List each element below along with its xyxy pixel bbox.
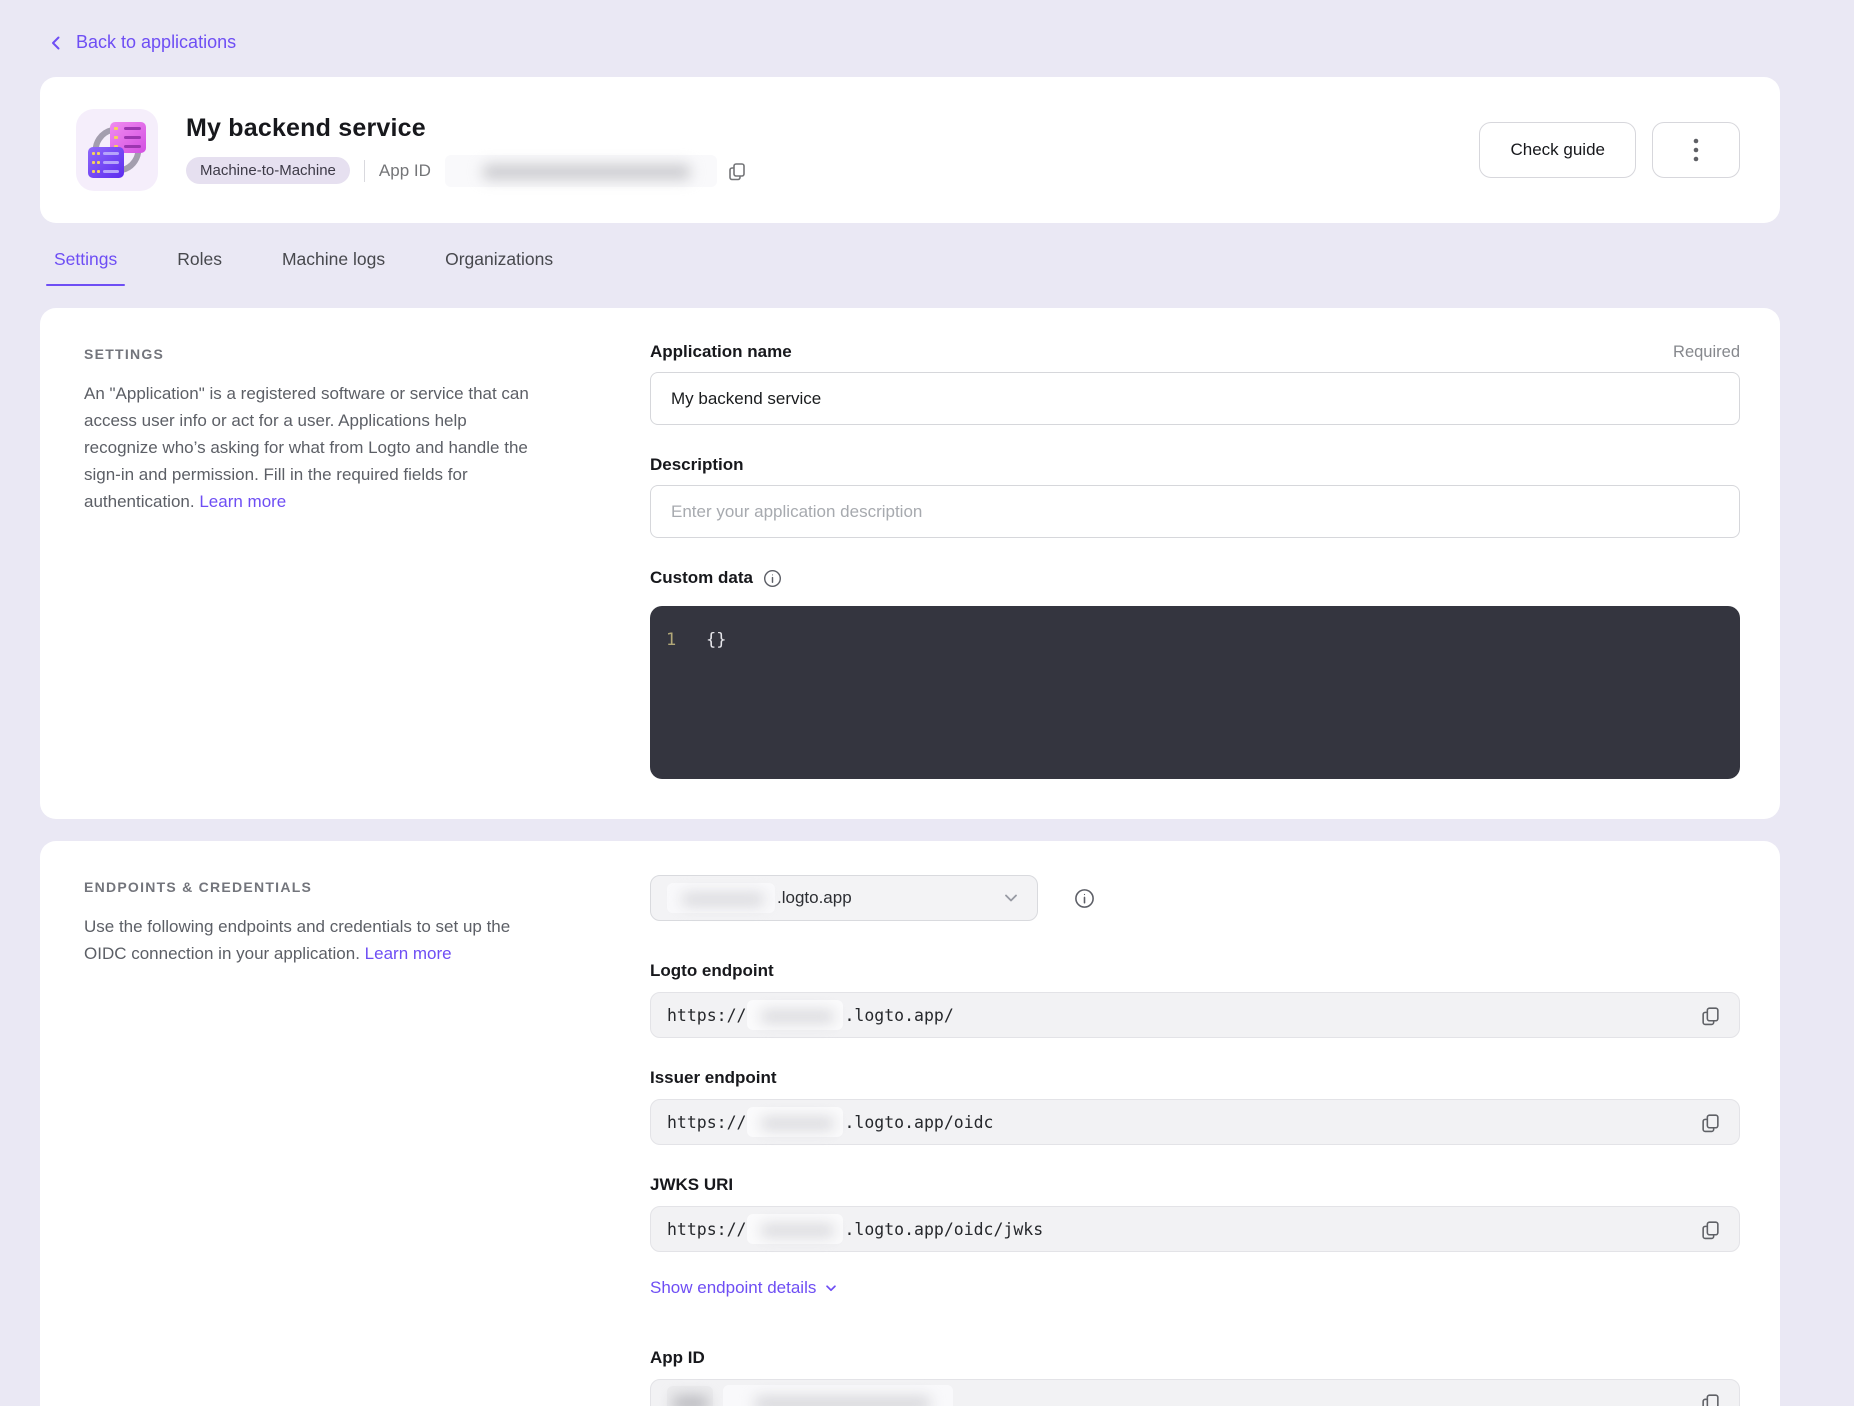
machine-to-machine-app-icon [76, 109, 158, 191]
endpoints-learn-more-link[interactable]: Learn more [365, 944, 452, 963]
application-name-input[interactable] [650, 372, 1740, 425]
editor-line-number: 1 [650, 630, 690, 650]
tenant-subdomain-redacted [667, 883, 775, 913]
app-header-card: My backend service Machine-to-Machine Ap… [40, 77, 1780, 223]
endpoints-heading: ENDPOINTS & CREDENTIALS [84, 879, 540, 895]
info-icon[interactable] [763, 569, 782, 588]
editor-code-content: {} [690, 630, 726, 650]
endpoints-card: ENDPOINTS & CREDENTIALS Use the followin… [40, 841, 1780, 1406]
description-group: Description [650, 455, 1740, 538]
application-details-page: Back to applications [0, 0, 1854, 1406]
settings-card-side: SETTINGS An "Application" is a registere… [84, 340, 540, 515]
endpoints-form: .logto.app Logto endpoint https:// .logt… [650, 873, 1740, 1406]
app-id-field-label: App ID [650, 1348, 1740, 1368]
copy-icon[interactable] [725, 159, 749, 183]
custom-data-code-editor[interactable]: 1 {} [650, 606, 1740, 779]
chevron-down-icon [824, 1281, 838, 1295]
logto-endpoint-group: Logto endpoint https:// .logto.app/ [650, 961, 1740, 1038]
app-detail-tabs: Settings Roles Machine logs Organization… [48, 249, 1780, 286]
chevron-down-icon [1001, 888, 1021, 908]
copy-icon[interactable] [1698, 1110, 1723, 1135]
endpoint-redacted-segment [747, 1107, 843, 1137]
settings-card: SETTINGS An "Application" is a registere… [40, 308, 1780, 819]
app-id-redacted-segment [667, 1386, 713, 1406]
tenant-domain-row: .logto.app [650, 875, 1740, 921]
tab-settings[interactable]: Settings [48, 249, 123, 286]
more-actions-button[interactable] [1652, 122, 1740, 178]
custom-data-label: Custom data [650, 568, 753, 588]
logto-endpoint-label: Logto endpoint [650, 961, 1740, 981]
app-type-badge: Machine-to-Machine [186, 157, 350, 184]
custom-data-group: Custom data 1 {} [650, 568, 1740, 779]
check-guide-button[interactable]: Check guide [1479, 122, 1636, 178]
copy-icon[interactable] [1698, 1217, 1723, 1242]
tenant-domain-select[interactable]: .logto.app [650, 875, 1038, 921]
application-name-label: Application name [650, 342, 792, 362]
app-id-redacted-value [445, 155, 717, 187]
app-meta-row: Machine-to-Machine App ID [186, 155, 749, 187]
endpoint-redacted-segment [747, 1000, 843, 1030]
issuer-endpoint-field: https:// .logto.app/oidc [650, 1099, 1740, 1145]
app-title: My backend service [186, 114, 749, 143]
app-id-label: App ID [379, 161, 431, 181]
description-input[interactable] [650, 485, 1740, 538]
jwks-uri-label: JWKS URI [650, 1175, 1740, 1195]
description-label: Description [650, 455, 744, 475]
back-chevron-icon [48, 35, 64, 51]
app-header-text: My backend service Machine-to-Machine Ap… [186, 114, 749, 187]
endpoint-redacted-segment [747, 1214, 843, 1244]
issuer-endpoint-group: Issuer endpoint https:// .logto.app/oidc [650, 1068, 1740, 1145]
tab-machine-logs[interactable]: Machine logs [276, 249, 391, 286]
header-actions: Check guide [1479, 122, 1740, 178]
info-icon[interactable] [1074, 888, 1095, 909]
tab-roles[interactable]: Roles [171, 249, 228, 286]
jwks-uri-field: https:// .logto.app/oidc/jwks [650, 1206, 1740, 1252]
app-id-redacted-segment [723, 1385, 953, 1406]
tenant-domain-suffix: .logto.app [777, 888, 852, 908]
settings-description: An "Application" is a registered softwar… [84, 380, 536, 515]
meta-divider [364, 160, 365, 182]
copy-icon[interactable] [1698, 1390, 1723, 1406]
logto-endpoint-field: https:// .logto.app/ [650, 992, 1740, 1038]
issuer-endpoint-label: Issuer endpoint [650, 1068, 1740, 1088]
back-to-applications-link[interactable]: Back to applications [48, 0, 236, 77]
jwks-uri-group: JWKS URI https:// .logto.app/oidc/jwks [650, 1175, 1740, 1252]
copy-icon[interactable] [1698, 1003, 1723, 1028]
endpoints-card-side: ENDPOINTS & CREDENTIALS Use the followin… [84, 873, 540, 967]
back-link-label: Back to applications [76, 32, 236, 53]
kebab-menu-icon [1693, 137, 1699, 163]
application-name-group: Application name Required [650, 342, 1740, 425]
endpoints-description: Use the following endpoints and credenti… [84, 913, 536, 967]
show-endpoint-details-link[interactable]: Show endpoint details [650, 1278, 838, 1298]
settings-heading: SETTINGS [84, 346, 540, 362]
app-id-group: App ID [650, 1348, 1740, 1406]
settings-learn-more-link[interactable]: Learn more [199, 492, 286, 511]
required-hint: Required [1673, 343, 1740, 362]
settings-form: Application name Required Description Cu… [650, 340, 1740, 779]
app-id-field [650, 1379, 1740, 1406]
tab-organizations[interactable]: Organizations [439, 249, 559, 286]
